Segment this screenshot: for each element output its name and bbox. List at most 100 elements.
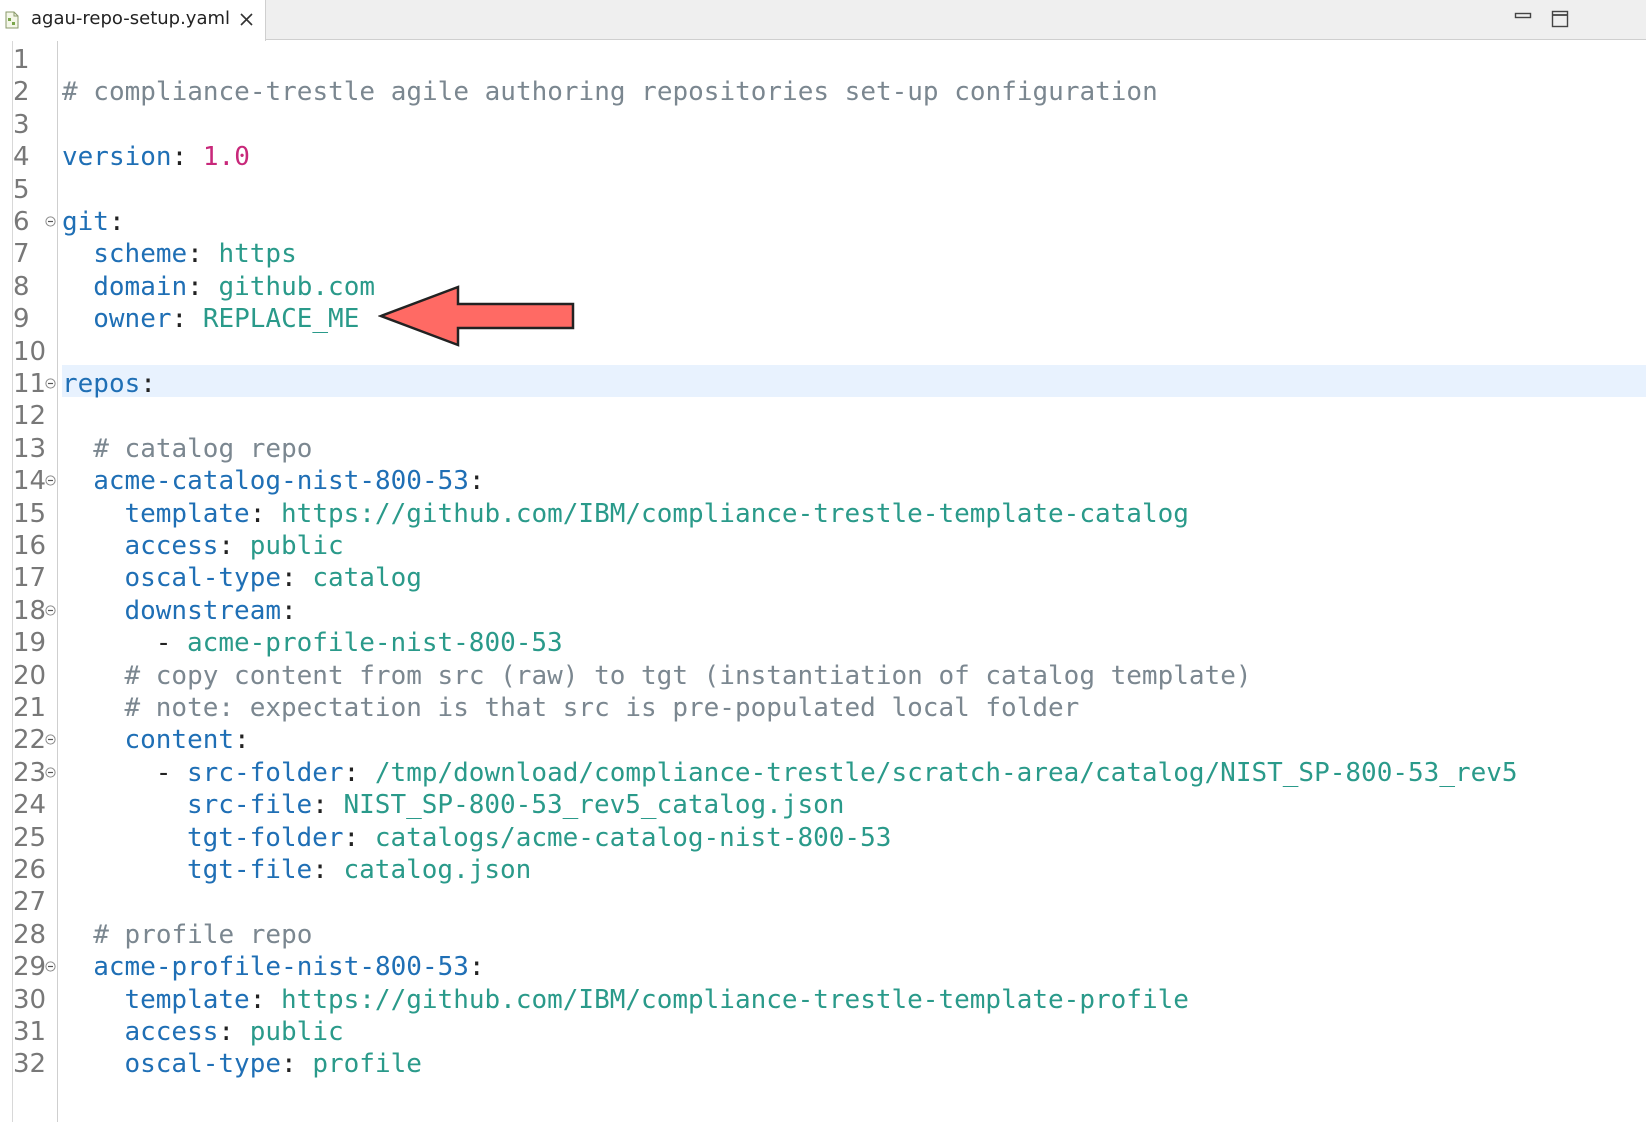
yaml-value: public xyxy=(249,531,344,561)
code-line: src-file: NIST_SP-800-53_rev5_catalog.js… xyxy=(187,789,844,821)
yaml-value: github.com xyxy=(218,271,376,302)
code-line: content: xyxy=(124,724,249,756)
yaml-separator: : xyxy=(312,790,344,821)
yaml-separator: : xyxy=(468,952,485,983)
yaml-separator: : xyxy=(108,207,125,237)
yaml-value: /tmp/download/compliance-trestle/scratch… xyxy=(374,757,1518,788)
code-line: tgt-folder: catalogs/acme-catalog-nist-8… xyxy=(187,822,891,854)
yaml-separator: : xyxy=(218,1017,250,1047)
code-line: tgt-file: catalog.json xyxy=(187,854,531,886)
yaml-comment: # copy content from src (raw) to tgt (in… xyxy=(124,660,1252,691)
code-line: - src-folder: /tmp/download/compliance-t… xyxy=(156,757,1518,789)
yaml-key: access xyxy=(124,1017,219,1047)
line-number: 26 xyxy=(13,855,47,885)
line-number: 32 xyxy=(13,1049,47,1080)
close-icon[interactable] xyxy=(238,11,255,28)
yaml-separator: : xyxy=(140,369,156,399)
line-number: 15 xyxy=(13,498,47,529)
yaml-key: oscal-type xyxy=(124,563,282,594)
yaml-key: src-file xyxy=(186,790,313,821)
code-line: template: https://github.com/IBM/complia… xyxy=(124,498,1188,530)
yaml-value: catalog xyxy=(312,563,422,594)
line-number: 14 xyxy=(13,466,47,497)
yaml-separator: : xyxy=(281,1049,313,1080)
yaml-value: acme-profile-nist-800-53 xyxy=(187,628,563,659)
yaml-separator: : xyxy=(249,498,282,529)
code-line: domain: github.com xyxy=(93,271,375,303)
code-line: template: https://github.com/IBM/complia… xyxy=(124,984,1188,1016)
line-number: 30 xyxy=(13,984,47,1015)
yaml-value: https xyxy=(218,239,297,270)
yaml-comment: # note: expectation is that src is pre-p… xyxy=(124,693,1080,723)
line-number: 19 xyxy=(13,628,47,659)
yaml-number-value: 1.0 xyxy=(202,142,250,173)
code-line: version: 1.0 xyxy=(62,141,250,173)
yaml-list-dash: - xyxy=(155,628,188,659)
yaml-separator: : xyxy=(343,757,375,788)
line-number: 29 xyxy=(13,952,47,983)
line-number: 21 xyxy=(13,693,47,723)
yaml-key: repos xyxy=(62,369,141,399)
line-number: 18 xyxy=(13,595,47,626)
fold-collapse-icon[interactable] xyxy=(45,605,56,616)
yaml-comment: # catalog repo xyxy=(93,433,313,464)
code-line: # profile repo xyxy=(93,919,312,951)
code-line: oscal-type: catalog xyxy=(124,562,421,594)
fold-collapse-icon[interactable] xyxy=(45,378,56,389)
yaml-separator: : xyxy=(468,466,485,497)
yaml-key: scheme xyxy=(93,239,188,270)
line-number: 28 xyxy=(13,919,47,950)
line-number: 31 xyxy=(13,1017,47,1047)
code-line: owner: REPLACE_ME xyxy=(93,303,359,335)
red-arrow-annotation xyxy=(378,285,575,347)
code-line: access: public xyxy=(124,1016,343,1048)
yaml-separator: : xyxy=(343,822,375,853)
line-number: 27 xyxy=(13,887,47,918)
code-editor[interactable]: 1 2 # compliance-trestle agile authoring r… xyxy=(0,41,1646,1122)
yaml-comment: # profile repo xyxy=(93,919,313,950)
code-line: acme-profile-nist-800-53: xyxy=(93,951,484,983)
line-number: 4 xyxy=(13,142,30,173)
yaml-key: tgt-file xyxy=(186,855,313,885)
line-number: 17 xyxy=(13,563,47,594)
fold-collapse-icon[interactable] xyxy=(45,767,56,778)
code-line: access: public xyxy=(124,530,343,562)
line-number: 13 xyxy=(13,433,47,464)
fold-collapse-icon[interactable] xyxy=(45,734,56,745)
yaml-value: catalogs/acme-catalog-nist-800-53 xyxy=(374,822,892,853)
tab-agau-repo-setup-yaml[interactable]: agau-repo-setup.yaml xyxy=(0,0,266,41)
line-number: 24 xyxy=(13,790,47,821)
yaml-key: git xyxy=(62,207,109,237)
code-line: - acme-profile-nist-800-53 xyxy=(156,627,563,659)
minimize-icon[interactable] xyxy=(1514,10,1532,22)
line-number: 22 xyxy=(13,725,47,756)
fold-collapse-icon[interactable] xyxy=(45,475,56,486)
yaml-key: version xyxy=(62,142,172,173)
code-line: git: xyxy=(62,206,125,238)
yaml-separator: : xyxy=(281,563,313,594)
code-line: acme-catalog-nist-800-53: xyxy=(93,465,484,497)
yaml-separator: : xyxy=(187,271,219,302)
line-number: 2 xyxy=(13,77,30,108)
yaml-key: owner xyxy=(93,304,172,335)
code-line: oscal-type: profile xyxy=(124,1048,421,1080)
fold-collapse-icon[interactable] xyxy=(45,961,56,972)
maximize-icon[interactable] xyxy=(1551,10,1569,28)
tab-label: agau-repo-setup.yaml xyxy=(31,8,231,29)
fold-collapse-icon[interactable] xyxy=(45,216,56,227)
yaml-key: downstream xyxy=(124,595,282,626)
code-line: repos: xyxy=(62,368,156,400)
yaml-value: https://github.com/IBM/compliance-trestl… xyxy=(281,984,1189,1015)
yaml-separator: : xyxy=(218,531,250,561)
yaml-list-dash: - xyxy=(155,757,188,788)
line-number: 11 xyxy=(13,369,47,399)
yaml-value: https://github.com/IBM/compliance-trestl… xyxy=(281,498,1189,529)
line-number: 12 xyxy=(13,401,47,432)
yaml-key: content xyxy=(124,725,235,756)
code-line: # catalog repo xyxy=(93,433,312,465)
yaml-value: NIST_SP-800-53_rev5_catalog.json xyxy=(343,790,845,821)
line-number: 8 xyxy=(13,271,30,302)
yaml-key: template xyxy=(124,498,250,529)
line-number: 9 xyxy=(13,304,30,335)
yaml-value: public xyxy=(249,1017,344,1047)
